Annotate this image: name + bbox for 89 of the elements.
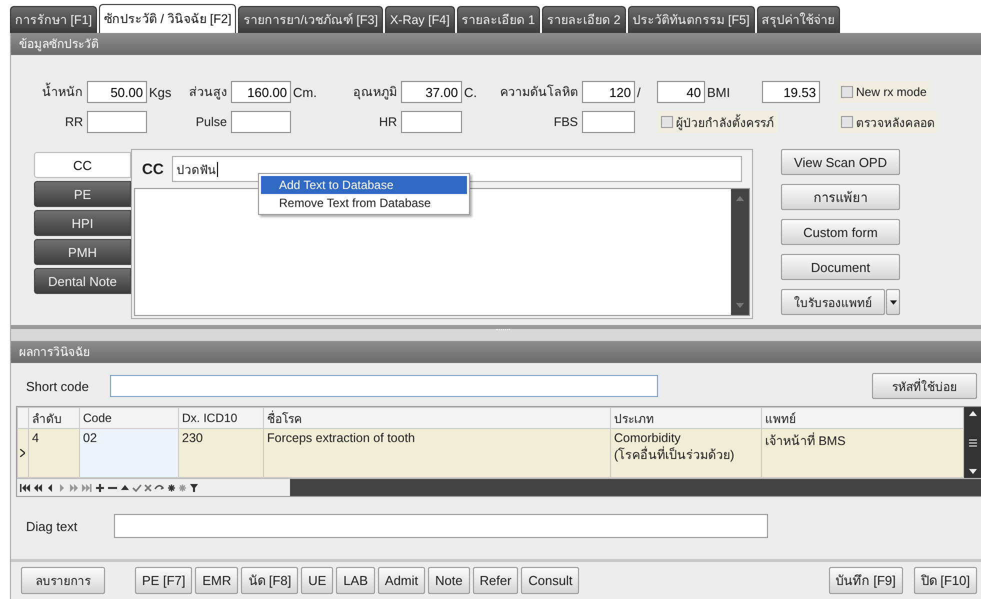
- scrollbar[interactable]: [290, 479, 981, 496]
- scroll-up-icon[interactable]: [968, 410, 976, 416]
- scroll-down-icon[interactable]: [968, 469, 976, 475]
- field-label: ความดันโลหิต: [499, 84, 579, 101]
- side-button[interactable]: View Scan OPD: [781, 149, 900, 175]
- side-button[interactable]: Document: [781, 254, 900, 280]
- toolbar-button[interactable]: LAB: [336, 567, 375, 594]
- tab[interactable]: รายละเอียด 1: [456, 6, 540, 33]
- table-cell: 02: [83, 431, 97, 445]
- field-label: Pulse: [194, 115, 228, 129]
- field-label: ส่วนสูง: [188, 84, 228, 102]
- frequent-codes-button[interactable]: รหัสที่ใช้บ่อย: [872, 373, 977, 399]
- delete-button[interactable]: ลบรายการ: [21, 567, 105, 594]
- input-field[interactable]: 160.00: [231, 81, 291, 103]
- toolbar-button[interactable]: นัด [F8]: [241, 567, 298, 594]
- field-label: FBS: [552, 115, 579, 129]
- tab[interactable]: รายละเอียด 2: [542, 6, 626, 33]
- input-field[interactable]: 120: [582, 81, 635, 103]
- field-label: น้ำหนัก: [29, 82, 87, 102]
- dropdown-button[interactable]: [886, 289, 900, 315]
- grip-icon: [968, 438, 978, 448]
- toolbar-button[interactable]: Note: [428, 567, 470, 594]
- tab[interactable]: ประวัติทันตกรรม [F5]: [628, 6, 755, 33]
- text-area[interactable]: [134, 188, 750, 316]
- input-field[interactable]: [401, 111, 462, 133]
- side-tab[interactable]: Dental Note: [34, 268, 131, 294]
- unit-label: Kgs: [148, 84, 172, 100]
- field-label: RR: [64, 115, 84, 129]
- field-label: HR: [378, 115, 398, 129]
- table-cell-text: Comorbidity (โรคอื่นที่เป็นร่วมด้วย): [614, 431, 734, 464]
- tab[interactable]: รายการยา/เวชภัณฑ์ [F3]: [238, 6, 383, 33]
- menu-item[interactable]: Add Text to Database: [261, 176, 467, 194]
- unit-label: /: [636, 84, 642, 100]
- section-header: ผลการวินิจฉัย: [11, 341, 981, 363]
- side-tab[interactable]: PE: [34, 181, 131, 207]
- input-field[interactable]: [110, 375, 658, 397]
- table-row[interactable]: 4 02 230 Forceps extraction of tooth Comorbidity (โรคอื่นที่เป็นร่วมด้วย) เจ้าหน้าที่ BMS: [18, 428, 964, 478]
- table-cell: 230: [182, 431, 203, 445]
- field-label: อุณหภูมิ: [352, 84, 398, 102]
- table-cell: Forceps extraction of tooth: [267, 431, 415, 445]
- table-cell-text: เจ้าหน้าที่ BMS: [765, 431, 846, 450]
- checkbox[interactable]: ตรวจหลังคลอด: [837, 111, 939, 133]
- unit-label: Cm.: [292, 84, 318, 100]
- unit-label: C.: [463, 84, 478, 100]
- scrollbar[interactable]: [964, 407, 981, 478]
- field-label: Short code: [25, 378, 90, 394]
- tab[interactable]: การรักษา [F1]: [10, 6, 98, 33]
- checkbox[interactable]: ผู้ป่วยกำลังตั้งครรภ์: [657, 111, 778, 133]
- side-tab[interactable]: HPI: [34, 210, 131, 236]
- input-field[interactable]: [87, 111, 147, 133]
- side-tab[interactable]: PMH: [34, 239, 131, 265]
- checkbox[interactable]: New rx mode: [837, 81, 931, 103]
- toolbar-button[interactable]: Consult: [521, 567, 580, 594]
- unit-label: BMI: [706, 84, 732, 100]
- caret-icon: [890, 300, 896, 304]
- menu-item[interactable]: Remove Text from Database: [261, 194, 467, 212]
- input-field[interactable]: [582, 111, 635, 133]
- side-tab[interactable]: CC: [34, 152, 131, 178]
- input-field[interactable]: [231, 111, 291, 133]
- side-button[interactable]: Custom form: [781, 219, 900, 245]
- row-pointer-icon: [20, 449, 25, 457]
- tab[interactable]: X-Ray [F4]: [384, 6, 455, 33]
- toolbar-button[interactable]: UE: [301, 567, 334, 594]
- input-field[interactable]: 50.00: [87, 81, 147, 103]
- toolbar-button[interactable]: Refer: [472, 567, 518, 594]
- toolbar-button[interactable]: EMR: [195, 567, 238, 594]
- tab[interactable]: ซักประวัติ / วินิจฉัย [F2]: [99, 4, 236, 33]
- column-header[interactable]: ชื่อโรค: [264, 408, 610, 428]
- column-header[interactable]: Dx. ICD10: [178, 408, 264, 428]
- column-header[interactable]: ประเภท: [610, 408, 762, 428]
- splitter[interactable]: [11, 325, 981, 341]
- toolbar-button[interactable]: PE [F7]: [135, 567, 192, 594]
- toolbar-button[interactable]: ปิด [F10]: [914, 567, 977, 594]
- toolbar-button[interactable]: Admit: [378, 567, 426, 594]
- column-header[interactable]: Code: [80, 408, 178, 428]
- column-header[interactable]: ลำดับ: [28, 408, 80, 428]
- toolbar-button[interactable]: บันทึก [F9]: [828, 567, 903, 594]
- input-field[interactable]: 19.53: [762, 81, 820, 103]
- input-field[interactable]: 40: [657, 81, 705, 103]
- editor-label: CC: [142, 160, 164, 178]
- section-header: ข้อมูลซักประวัติ: [11, 33, 981, 55]
- table-cell: 4: [32, 431, 39, 445]
- input-field[interactable]: [114, 514, 768, 538]
- input-field[interactable]: 37.00: [401, 81, 462, 103]
- field-label: Diag text: [25, 518, 78, 534]
- side-button[interactable]: การแพ้ยา: [781, 184, 900, 210]
- side-button[interactable]: ใบรับรองแพทย์: [781, 289, 885, 315]
- tab[interactable]: สรุปค่าใช้จ่าย: [756, 6, 840, 33]
- column-header[interactable]: แพทย์: [762, 408, 964, 428]
